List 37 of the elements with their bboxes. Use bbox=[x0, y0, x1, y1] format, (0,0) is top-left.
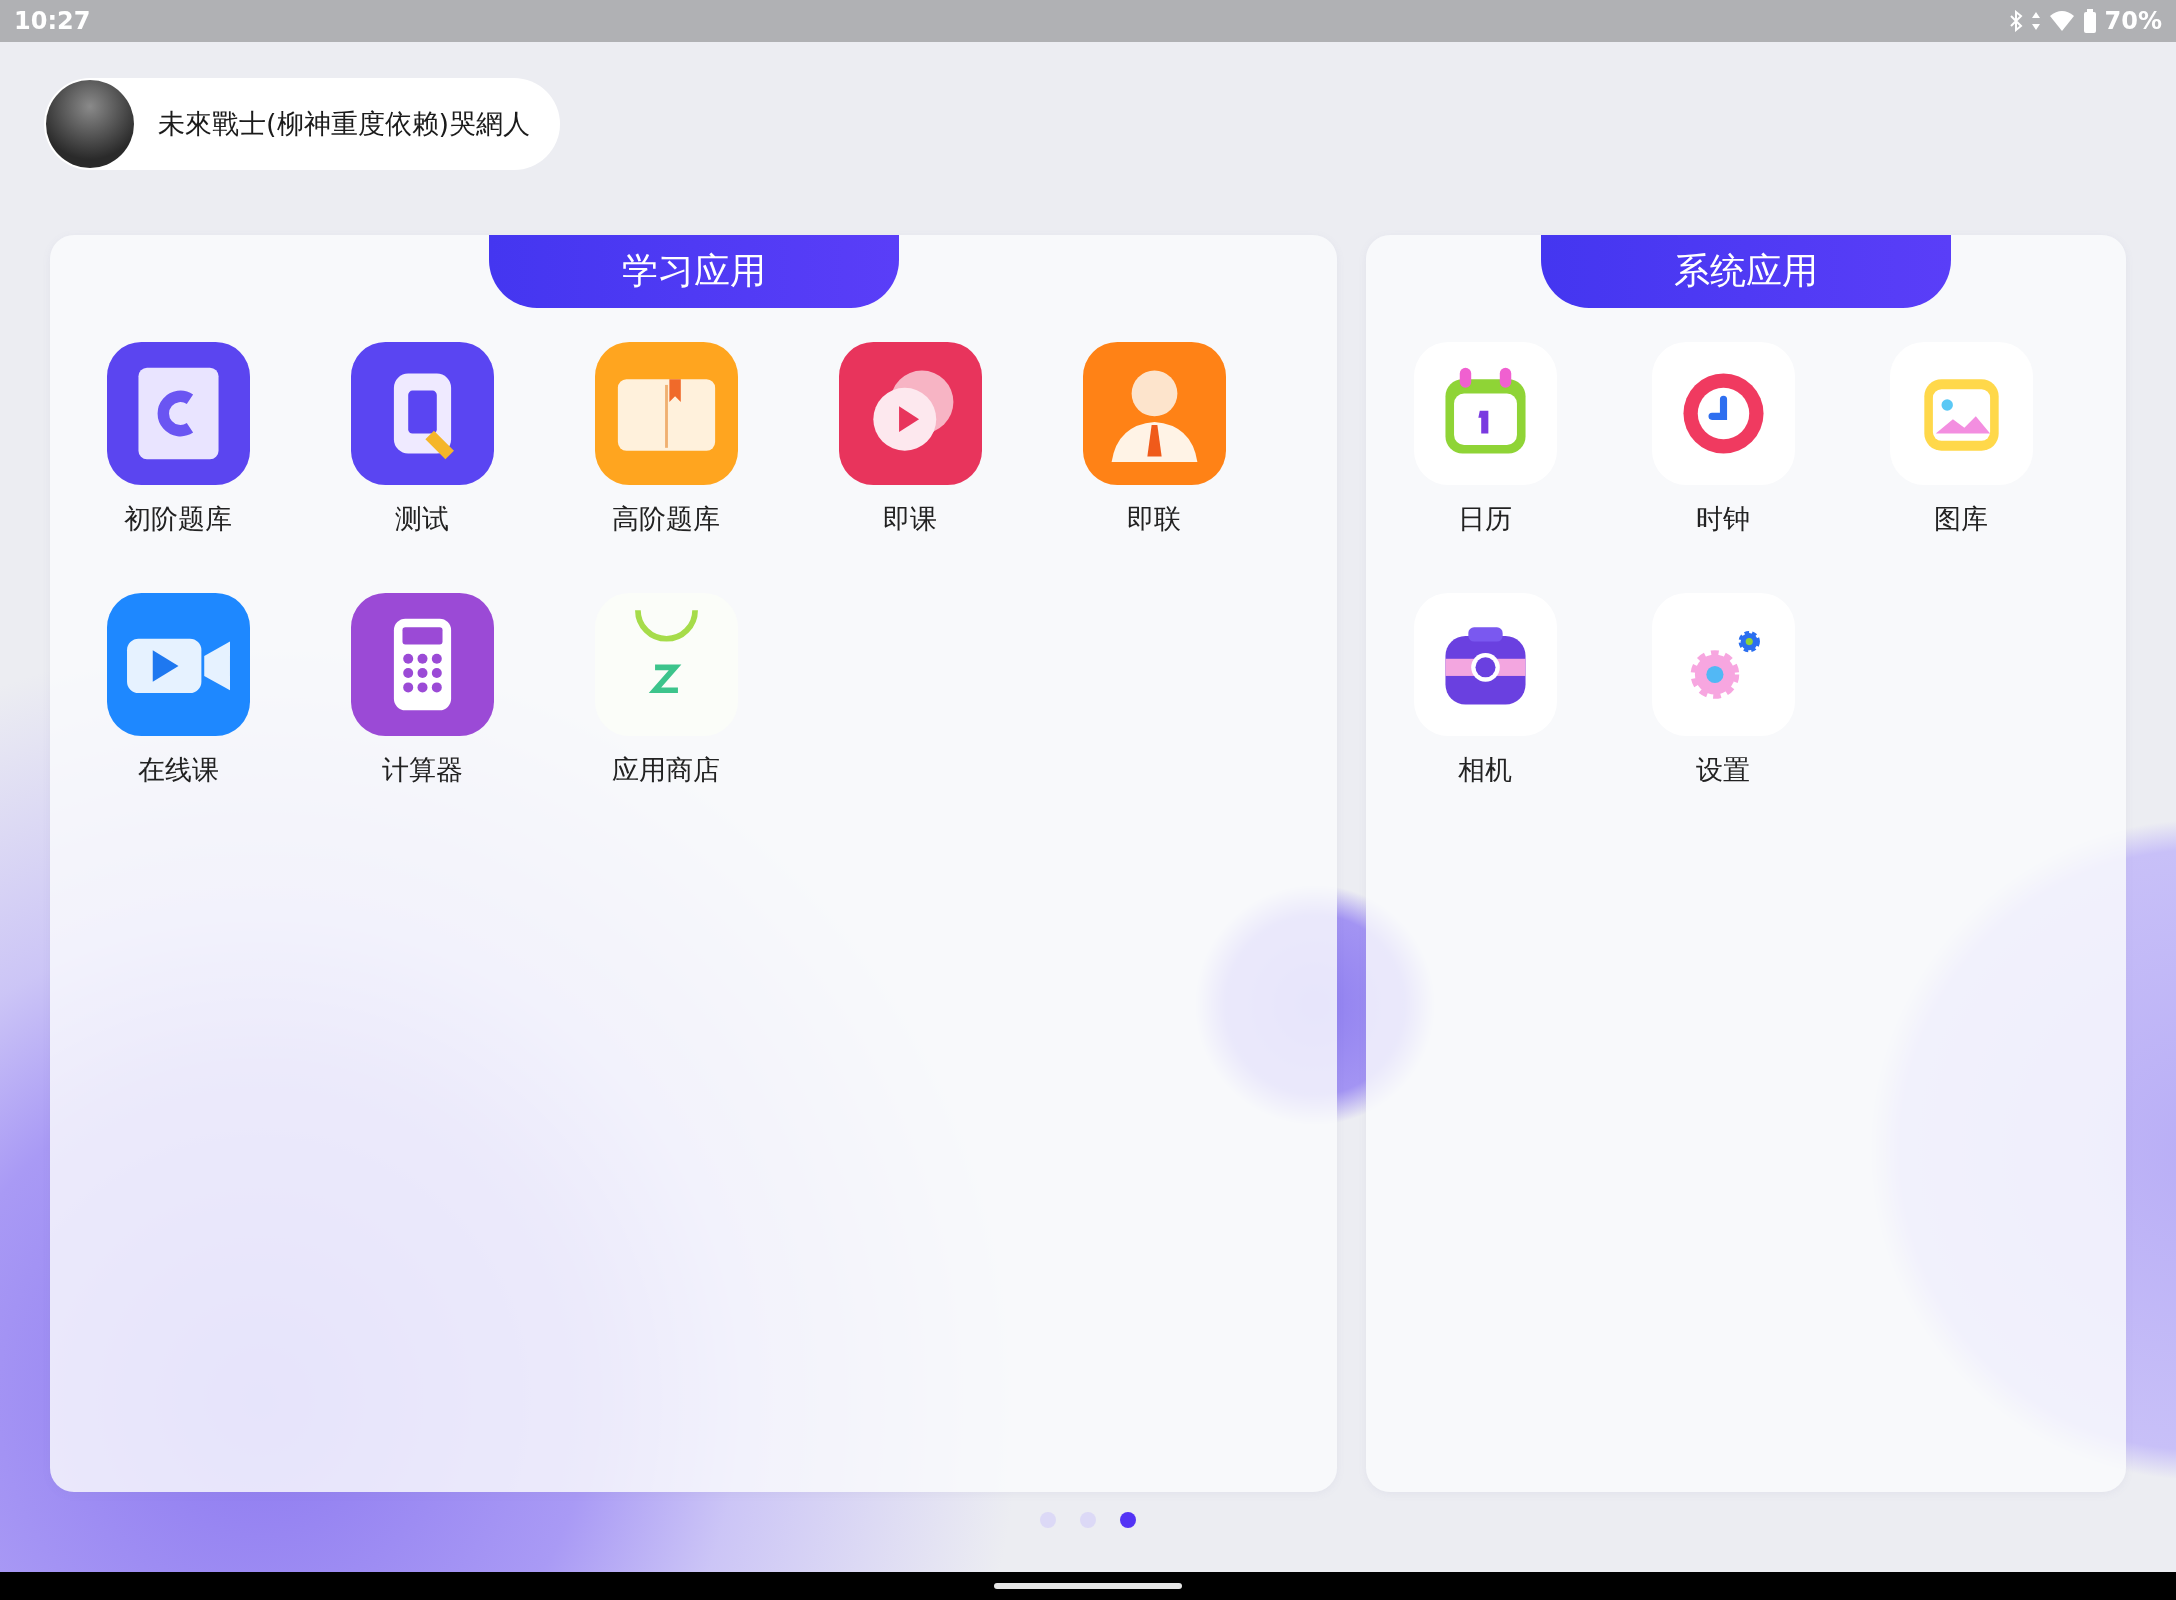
clock-icon bbox=[1651, 342, 1795, 485]
panel-title: 学习应用 bbox=[488, 235, 899, 308]
app-shortcut[interactable]: 在线课 bbox=[106, 593, 250, 788]
battery-icon bbox=[2082, 9, 2097, 33]
clock-time: 10:27 bbox=[14, 7, 91, 35]
bluetooth-icon bbox=[2008, 10, 2023, 32]
app-shortcut[interactable]: 图库 bbox=[1889, 342, 2033, 537]
app-shortcut[interactable]: 计算器 bbox=[350, 593, 494, 788]
app-shortcut[interactable]: 设置 bbox=[1651, 593, 1795, 788]
camera-icon bbox=[1413, 593, 1557, 736]
app-shortcut[interactable]: 即联 bbox=[1082, 342, 1226, 537]
app-shortcut[interactable]: 初阶题库 bbox=[106, 342, 250, 537]
app-shortcut[interactable]: 相机 bbox=[1413, 593, 1557, 788]
notebook-icon bbox=[106, 342, 250, 485]
app-shortcut[interactable]: 即课 bbox=[838, 342, 982, 537]
book-icon bbox=[594, 342, 738, 485]
calculator-icon bbox=[350, 593, 494, 736]
page-dot[interactable] bbox=[1120, 1512, 1136, 1528]
play-bubble-icon bbox=[838, 342, 982, 485]
wifi-icon bbox=[2048, 10, 2075, 32]
pencil-icon bbox=[350, 342, 494, 485]
home-handle[interactable] bbox=[994, 1583, 1182, 1589]
app-shortcut[interactable]: 高阶题库 bbox=[594, 342, 738, 537]
app-shortcut[interactable]: 测试 bbox=[350, 342, 494, 537]
calendar-icon bbox=[1413, 342, 1557, 485]
user-name: 未來戰士(柳神重度依赖)哭網人 bbox=[158, 107, 531, 141]
battery-percentage: 70% bbox=[2104, 7, 2162, 35]
picture-icon bbox=[1889, 342, 2033, 485]
app-shortcut[interactable]: 应用商店 bbox=[594, 593, 738, 788]
profile-pill[interactable]: 未來戰士(柳神重度依赖)哭網人 bbox=[44, 78, 560, 170]
video-camera-icon bbox=[106, 593, 250, 736]
panel-title: 系统应用 bbox=[1541, 235, 1951, 308]
person-icon bbox=[1082, 342, 1226, 485]
gear-icon bbox=[1651, 593, 1795, 736]
app-shortcut[interactable]: 日历 bbox=[1413, 342, 1557, 537]
data-arrows-icon bbox=[2030, 11, 2041, 31]
app-shortcut[interactable]: 时钟 bbox=[1651, 342, 1795, 537]
